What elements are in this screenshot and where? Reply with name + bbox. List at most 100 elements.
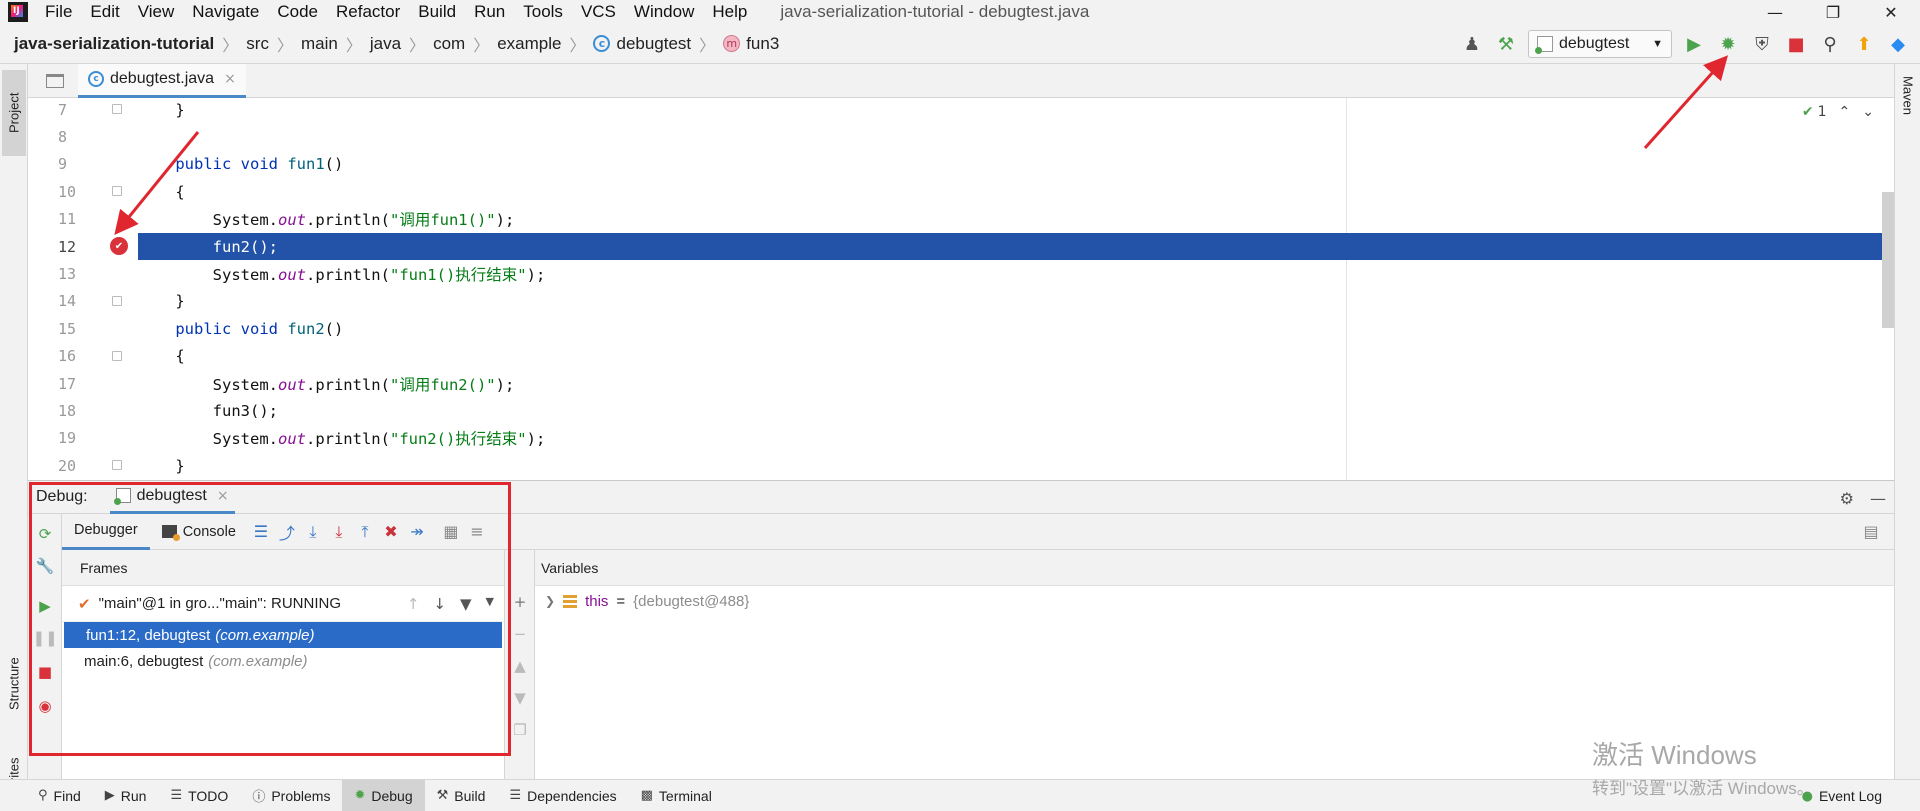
breadcrumb-class-label: debugtest — [616, 33, 692, 53]
code-text: System.out.println("调用fun1()"); — [138, 211, 515, 230]
maven-tool-tab[interactable]: Maven — [1898, 76, 1918, 156]
build-tool-tab[interactable]: ⚒ Build — [425, 780, 498, 811]
breadcrumb-method-label: fun3 — [746, 33, 780, 53]
stop-icon[interactable]: ■ — [1784, 32, 1808, 56]
editor-scrollbar[interactable] — [1882, 192, 1894, 328]
problems-tool-tab[interactable]: ⓘ Problems — [240, 780, 342, 811]
inspection-widget[interactable]: ✔ 1 ⌃ ⌄ — [1802, 104, 1874, 120]
code-text: fun2(); — [138, 237, 278, 256]
code-line[interactable]: 14 } — [28, 288, 1894, 315]
tabs-list-icon[interactable] — [46, 73, 64, 88]
duplicate-watch-icon[interactable]: ❐ — [512, 721, 528, 739]
annotation-highlight-box — [29, 482, 511, 756]
code-line[interactable]: 9 public void fun1() — [28, 151, 1894, 178]
intellij-logo-icon: IJ — [8, 2, 28, 22]
menu-window[interactable]: Window — [625, 2, 703, 22]
restore-window-icon[interactable]: ❐ — [1804, 0, 1862, 24]
menu-bar: IJ File Edit View Navigate Code Refactor… — [0, 0, 1920, 24]
search-icon[interactable]: ⚲ — [1818, 32, 1842, 56]
move-up-icon[interactable]: ▲ — [512, 657, 528, 675]
main-toolbar: ♟ ⚒ debugtest ▼ ▶ ✹ ⛨ ■ ⚲ ⬆ ◆ — [1460, 24, 1910, 64]
code-line[interactable]: 13 System.out.println("fun1()执行结束"); — [28, 260, 1894, 287]
coverage-icon[interactable]: ⛨ — [1750, 32, 1774, 56]
code-text: { — [138, 182, 185, 201]
code-line[interactable]: 7 } — [28, 98, 1894, 123]
expand-chevron-icon[interactable]: ❯ — [545, 594, 555, 608]
code-line[interactable]: 11 System.out.println("调用fun1()"); — [28, 206, 1894, 233]
code-line[interactable]: 12 fun2(); ✔ — [28, 233, 1894, 260]
debug-tool-tab[interactable]: ✹ Debug — [342, 779, 425, 811]
terminal-tool-tab[interactable]: ▩ Terminal — [629, 780, 724, 811]
menu-refactor[interactable]: Refactor — [327, 2, 409, 22]
menu-run[interactable]: Run — [465, 2, 514, 22]
editor-tab-debugtest[interactable]: c debugtest.java × — [78, 63, 246, 98]
code-editor[interactable]: 7 } 8 9 public void fun1() 10 {11 System.ou… — [28, 98, 1894, 480]
breadcrumb-src[interactable]: src — [246, 34, 269, 54]
code-text: } — [138, 456, 185, 475]
build-hammer-icon[interactable]: ⚒ — [1494, 32, 1518, 56]
code-line[interactable]: 16 { — [28, 343, 1894, 370]
line-number: 13 — [58, 264, 77, 283]
close-window-icon[interactable]: ✕ — [1862, 0, 1920, 24]
todo-tool-tab[interactable]: ☰ TODO — [158, 780, 240, 811]
menu-code[interactable]: Code — [268, 2, 327, 22]
minimize-window-icon[interactable]: — — [1746, 0, 1804, 24]
restore-layout-icon[interactable]: ▤ — [1858, 519, 1884, 545]
breadcrumb-method[interactable]: m fun3 — [723, 34, 779, 54]
remove-watch-icon[interactable]: − — [512, 625, 528, 643]
breadcrumb-example[interactable]: example — [497, 34, 561, 54]
fold-toggle-icon[interactable] — [112, 295, 122, 306]
jetbrains-toolbox-icon[interactable]: ◆ — [1886, 32, 1910, 56]
menu-help[interactable]: Help — [703, 2, 756, 22]
run-configuration-select[interactable]: debugtest ▼ — [1528, 30, 1672, 58]
code-line[interactable]: 18 fun3(); — [28, 397, 1894, 424]
update-icon[interactable]: ⬆ — [1852, 32, 1876, 56]
menu-navigate[interactable]: Navigate — [183, 2, 268, 22]
code-line[interactable]: 19 System.out.println("fun2()执行结束"); — [28, 425, 1894, 452]
close-tab-icon[interactable]: × — [224, 71, 236, 87]
breadcrumb-project[interactable]: java-serialization-tutorial — [14, 34, 214, 54]
breadcrumb-main[interactable]: main — [301, 34, 338, 54]
code-line[interactable]: 17 System.out.println("调用fun2()"); — [28, 370, 1894, 397]
code-line[interactable]: 10 { — [28, 178, 1894, 205]
dependencies-tool-tab[interactable]: ☰ Dependencies — [497, 780, 628, 811]
code-text: } — [138, 100, 185, 119]
run-tool-tab[interactable]: ▶ Run — [93, 780, 159, 811]
variable-row[interactable]: ❯ this = {debugtest@488} — [535, 586, 1894, 616]
hide-window-icon[interactable]: — — [1870, 489, 1886, 508]
find-tool-tab[interactable]: ⚲ Find — [26, 780, 93, 811]
code-line[interactable]: 8 — [28, 123, 1894, 150]
problems-icon: ⓘ — [252, 790, 266, 805]
fold-toggle-icon[interactable] — [112, 350, 122, 361]
previous-highlight-icon[interactable]: ⌃ — [1839, 104, 1851, 120]
code-line[interactable]: 15 public void fun2() — [28, 315, 1894, 342]
settings-gear-icon[interactable]: ⚙ — [1840, 489, 1854, 508]
todo-tab-label: TODO — [188, 787, 229, 804]
debug-bug-icon[interactable]: ✹ — [1716, 32, 1740, 56]
menu-edit[interactable]: Edit — [81, 2, 128, 22]
find-tab-label: Find — [53, 787, 81, 804]
breadcrumb-class[interactable]: c debugtest — [593, 34, 691, 54]
add-watch-icon[interactable]: + — [512, 593, 528, 611]
menu-file[interactable]: File — [36, 2, 81, 22]
editor-tab-bar: c debugtest.java × — [28, 63, 1894, 98]
project-tool-tab[interactable]: Project — [2, 70, 26, 156]
next-highlight-icon[interactable]: ⌄ — [1862, 104, 1874, 120]
run-icon[interactable]: ▶ — [1682, 32, 1706, 56]
breadcrumb-java[interactable]: java — [370, 34, 401, 54]
menu-view[interactable]: View — [129, 2, 184, 22]
code-line[interactable]: 20 } — [28, 452, 1894, 479]
menu-build[interactable]: Build — [409, 2, 465, 22]
breadcrumb: java-serialization-tutorial 〉 src 〉 main… — [0, 32, 779, 56]
breakpoint-icon[interactable]: ✔ — [110, 237, 128, 255]
structure-tool-tab[interactable]: Structure — [2, 639, 26, 729]
variable-equals: = — [616, 592, 626, 610]
breadcrumb-com[interactable]: com — [433, 34, 465, 54]
move-down-icon[interactable]: ▼ — [512, 689, 528, 707]
fold-toggle-icon[interactable] — [112, 186, 122, 197]
fold-toggle-icon[interactable] — [112, 104, 122, 114]
fold-toggle-icon[interactable] — [112, 460, 122, 471]
user-icon[interactable]: ♟ — [1460, 32, 1484, 56]
menu-tools[interactable]: Tools — [514, 2, 572, 22]
menu-vcs[interactable]: VCS — [572, 2, 625, 22]
